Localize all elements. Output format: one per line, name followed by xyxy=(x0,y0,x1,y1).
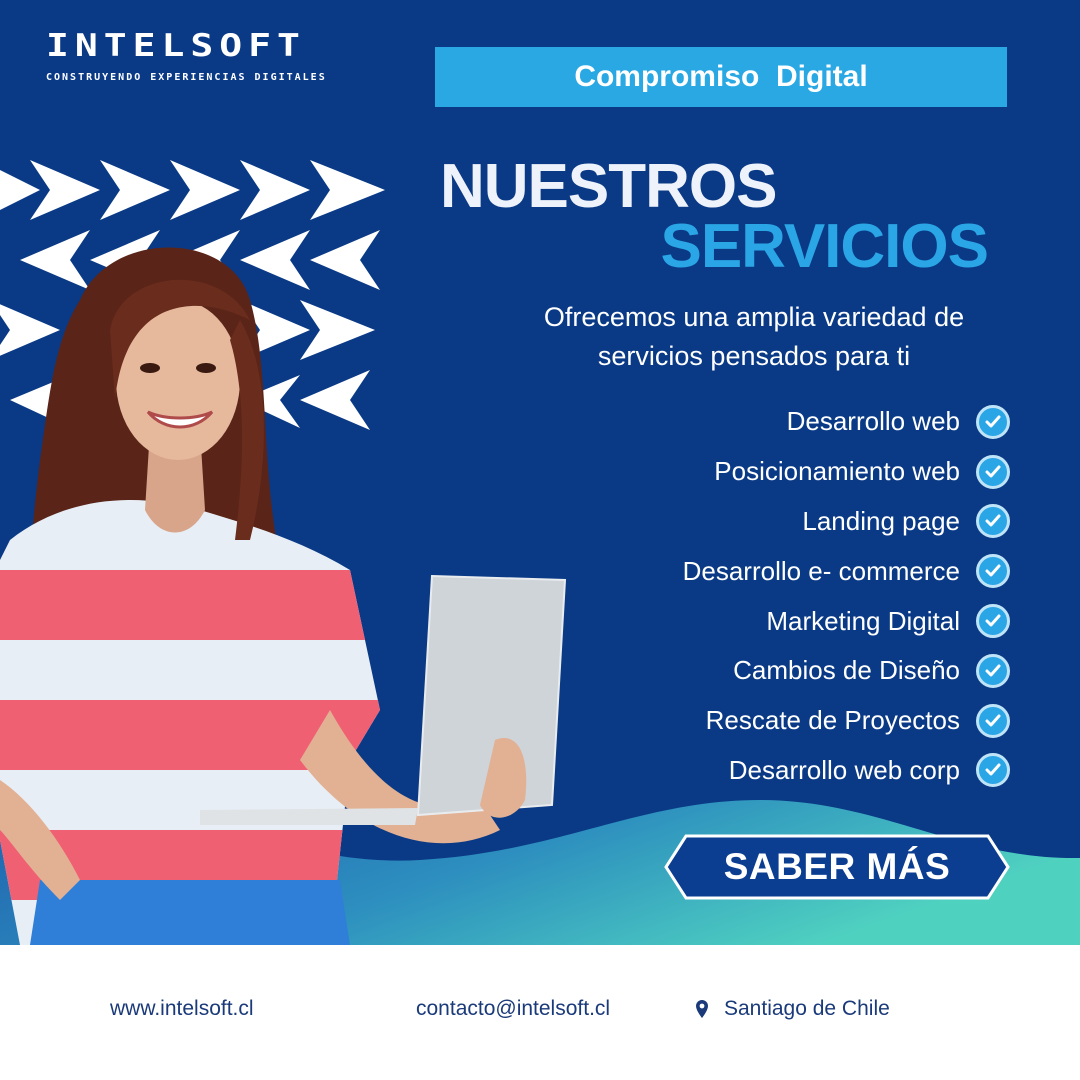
service-item: Landing page xyxy=(550,497,1010,547)
check-circle-icon xyxy=(976,404,1010,439)
service-label: Desarrollo web xyxy=(786,406,960,437)
service-item: Posicionamiento web xyxy=(550,447,1010,497)
footer-website-link[interactable]: www.intelsoft.cl xyxy=(110,997,254,1021)
footer-email-link[interactable]: contacto@intelsoft.cl xyxy=(416,997,610,1021)
check-circle-icon xyxy=(976,604,1010,639)
service-label: Desarrollo web corp xyxy=(728,754,960,785)
intro-text: Ofrecemos una amplia variedad de servici… xyxy=(494,298,1014,376)
promo-canvas: INTELSOFT CONSTRUYENDO EXPERIENCIAS DIGI… xyxy=(0,0,1080,1080)
services-list: Desarrollo web Posicionamiento web Landi… xyxy=(550,397,1010,795)
woman-with-laptop-illustration xyxy=(0,247,567,945)
service-item: Desarrollo web xyxy=(550,397,1010,447)
footer-location-text: Santiago de Chile xyxy=(724,997,890,1020)
service-item: Rescate de Proyectos xyxy=(550,696,1010,746)
service-item: Marketing Digital xyxy=(550,596,1010,646)
check-circle-icon xyxy=(976,653,1010,688)
footer: www.intelsoft.cl contacto@intelsoft.cl S… xyxy=(0,945,1080,1080)
heading-line-2: SERVICIOS xyxy=(660,212,989,281)
check-circle-icon xyxy=(976,554,1010,589)
check-circle-icon xyxy=(976,504,1010,539)
service-item: Desarrollo e- commerce xyxy=(550,546,1010,596)
saber-mas-button[interactable]: SABER MÁS xyxy=(664,834,1010,900)
intro-line-2: servicios pensados para ti xyxy=(597,341,911,371)
footer-location: Santiago de Chile xyxy=(696,997,890,1021)
service-item: Desarrollo web corp xyxy=(550,746,1010,796)
service-label: Landing page xyxy=(802,505,960,536)
cta-label: SABER MÁS xyxy=(723,846,951,887)
check-circle-icon xyxy=(976,454,1010,489)
brand-logo[interactable]: INTELSOFT CONSTRUYENDO EXPERIENCIAS DIGI… xyxy=(46,30,327,83)
brand-tagline: CONSTRUYENDO EXPERIENCIAS DIGITALES xyxy=(46,72,327,83)
service-label: Desarrollo e- commerce xyxy=(682,555,960,586)
brand-name: INTELSOFT xyxy=(46,27,306,64)
check-circle-icon xyxy=(976,703,1010,738)
map-pin-icon xyxy=(696,1000,708,1018)
check-circle-icon xyxy=(976,753,1010,788)
service-item: Cambios de Diseño xyxy=(550,646,1010,696)
service-label: Marketing Digital xyxy=(766,605,960,636)
service-label: Posicionamiento web xyxy=(714,456,960,487)
intro-line-1: Ofrecemos una amplia variedad de xyxy=(543,302,965,332)
hero-banner: INTELSOFT CONSTRUYENDO EXPERIENCIAS DIGI… xyxy=(0,0,1080,945)
service-label: Cambios de Diseño xyxy=(733,655,960,686)
service-label: Rescate de Proyectos xyxy=(705,705,960,736)
badge-compromiso: Compromiso Digital xyxy=(435,47,1007,107)
